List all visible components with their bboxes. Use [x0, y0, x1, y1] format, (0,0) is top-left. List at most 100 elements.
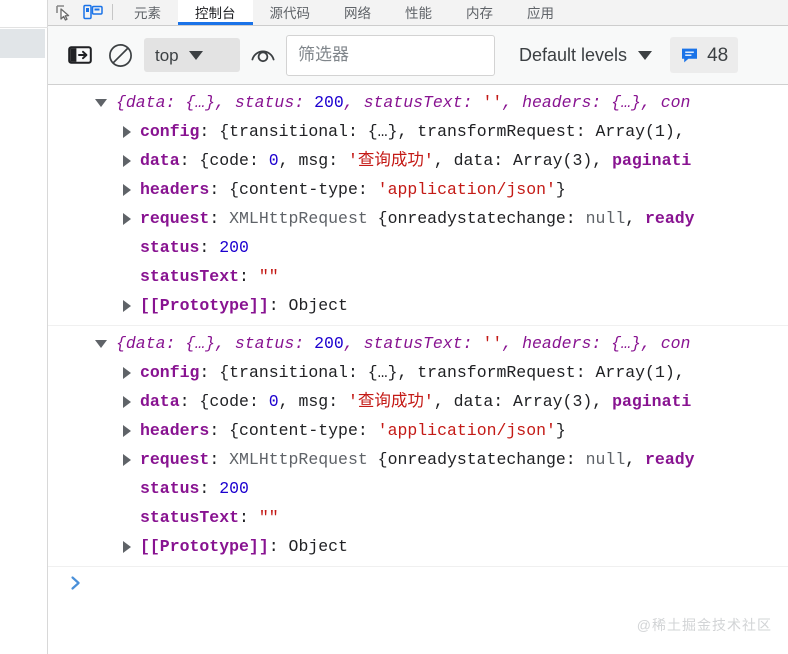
- log-property-row[interactable]: headers: {content-type: 'application/jso…: [48, 416, 788, 445]
- log-row-text: statusText: "": [48, 503, 788, 532]
- log-row-text: status: 200: [48, 474, 788, 503]
- log-property-row[interactable]: request: XMLHttpRequest {onreadystatecha…: [48, 204, 788, 233]
- console-prompt[interactable]: [48, 567, 788, 601]
- triangle-right-icon[interactable]: [120, 416, 134, 445]
- show-console-sidebar-icon[interactable]: [60, 35, 100, 75]
- token: request: [140, 450, 209, 469]
- log-property-row[interactable]: statusText: "": [48, 503, 788, 532]
- token: :: [269, 296, 289, 315]
- message-count-value: 48: [707, 46, 728, 65]
- token: 200: [219, 479, 249, 498]
- triangle-down-icon[interactable]: [94, 329, 108, 358]
- token: msg: [298, 151, 328, 170]
- token: Array(3): [513, 151, 592, 170]
- devtools-tabs: 元素 控制台 源代码 网络 性能 内存 应用: [117, 0, 788, 25]
- token: :: [463, 93, 483, 112]
- token: 0: [269, 392, 279, 411]
- token: :: [493, 392, 513, 411]
- filter-box[interactable]: [286, 35, 495, 76]
- devtools-panel: 元素 控制台 源代码 网络 性能 内存 应用: [48, 0, 788, 654]
- log-property-row[interactable]: data: {code: 0, msg: '查询成功', data: Array…: [48, 387, 788, 416]
- log-property-row[interactable]: [[Prototype]]: Object: [48, 291, 788, 320]
- token: : {…},: [591, 93, 660, 112]
- tab-application[interactable]: 应用: [510, 0, 571, 25]
- log-row-text: config: {transitional: {…}, transformReq…: [48, 358, 788, 387]
- token: null: [586, 450, 626, 469]
- tab-sources[interactable]: 源代码: [253, 0, 328, 25]
- token: data: [126, 334, 166, 353]
- token: config: [140, 122, 199, 141]
- token: ,: [592, 392, 612, 411]
- log-group-header[interactable]: {data: {…}, status: 200, statusText: '',…: [48, 88, 788, 117]
- triangle-down-icon[interactable]: [94, 88, 108, 117]
- devtools-screenshot: 元素 控制台 源代码 网络 性能 内存 应用: [0, 0, 788, 654]
- tab-performance[interactable]: 性能: [388, 0, 449, 25]
- token: Array(3): [513, 392, 592, 411]
- triangle-right-icon[interactable]: [120, 445, 134, 474]
- token: ,: [592, 151, 612, 170]
- token: Array(1),: [596, 363, 685, 382]
- console-log-group: {data: {…}, status: 200, statusText: '',…: [48, 326, 788, 567]
- log-property-row[interactable]: headers: {content-type: 'application/jso…: [48, 175, 788, 204]
- tab-network[interactable]: 网络: [327, 0, 388, 25]
- triangle-right-icon[interactable]: [120, 387, 134, 416]
- token: data: [140, 151, 180, 170]
- token: {: [116, 93, 126, 112]
- token: Object: [289, 537, 348, 556]
- log-property-row[interactable]: config: {transitional: {…}, transformReq…: [48, 117, 788, 146]
- log-property-row[interactable]: [[Prototype]]: Object: [48, 532, 788, 561]
- log-property-row[interactable]: status: 200: [48, 474, 788, 503]
- execution-context-value: top: [155, 47, 179, 64]
- tab-memory[interactable]: 内存: [449, 0, 510, 25]
- token: msg: [298, 392, 328, 411]
- tab-label: 控制台: [195, 2, 236, 22]
- token: : {…},: [166, 93, 235, 112]
- message-count-badge[interactable]: 48: [670, 37, 738, 73]
- token: headers: [140, 180, 209, 199]
- log-property-row[interactable]: status: 200: [48, 233, 788, 262]
- token: content-type: [239, 421, 358, 440]
- triangle-right-icon[interactable]: [120, 532, 134, 561]
- device-toolbar-icon[interactable]: [78, 0, 108, 25]
- token: 200: [314, 93, 344, 112]
- tab-elements[interactable]: 元素: [117, 0, 178, 25]
- token: data: [140, 392, 180, 411]
- token: :: [493, 151, 513, 170]
- log-row-text: statusText: "": [48, 262, 788, 291]
- console-log-group: {data: {…}, status: 200, statusText: '',…: [48, 85, 788, 326]
- live-expression-eye-icon[interactable]: [240, 35, 286, 75]
- log-property-row[interactable]: data: {code: 0, msg: '查询成功', data: Array…: [48, 146, 788, 175]
- triangle-right-icon[interactable]: [120, 358, 134, 387]
- token: ,: [279, 392, 299, 411]
- token: : {: [199, 363, 229, 382]
- inspect-cursor-icon[interactable]: [48, 0, 78, 25]
- token: 'application/json': [378, 180, 556, 199]
- triangle-right-icon[interactable]: [120, 291, 134, 320]
- token: ,: [625, 450, 645, 469]
- triangle-right-icon[interactable]: [120, 146, 134, 175]
- log-level-value: Default levels: [519, 46, 627, 64]
- page-content-block: [0, 29, 45, 58]
- execution-context-selector[interactable]: top: [144, 38, 240, 72]
- token: 200: [314, 334, 344, 353]
- log-level-selector[interactable]: Default levels: [519, 46, 652, 64]
- tab-label: 内存: [466, 2, 493, 22]
- token: :: [566, 450, 586, 469]
- token: :: [239, 267, 259, 286]
- filter-input[interactable]: [298, 45, 483, 65]
- log-row-text: data: {code: 0, msg: '查询成功', data: Array…: [48, 146, 788, 175]
- token: 200: [219, 238, 249, 257]
- token: : {…},: [166, 334, 235, 353]
- clear-console-icon[interactable]: [100, 35, 140, 75]
- console-messages[interactable]: {data: {…}, status: 200, statusText: '',…: [48, 85, 788, 653]
- token: data: [454, 151, 494, 170]
- log-property-row[interactable]: request: XMLHttpRequest {onreadystatecha…: [48, 445, 788, 474]
- log-group-header[interactable]: {data: {…}, status: 200, statusText: '',…: [48, 329, 788, 358]
- log-property-row[interactable]: statusText: "": [48, 262, 788, 291]
- tab-console[interactable]: 控制台: [178, 0, 253, 25]
- triangle-right-icon[interactable]: [120, 175, 134, 204]
- triangle-right-icon[interactable]: [120, 117, 134, 146]
- token: : {: [209, 180, 239, 199]
- triangle-right-icon[interactable]: [120, 204, 134, 233]
- log-property-row[interactable]: config: {transitional: {…}, transformReq…: [48, 358, 788, 387]
